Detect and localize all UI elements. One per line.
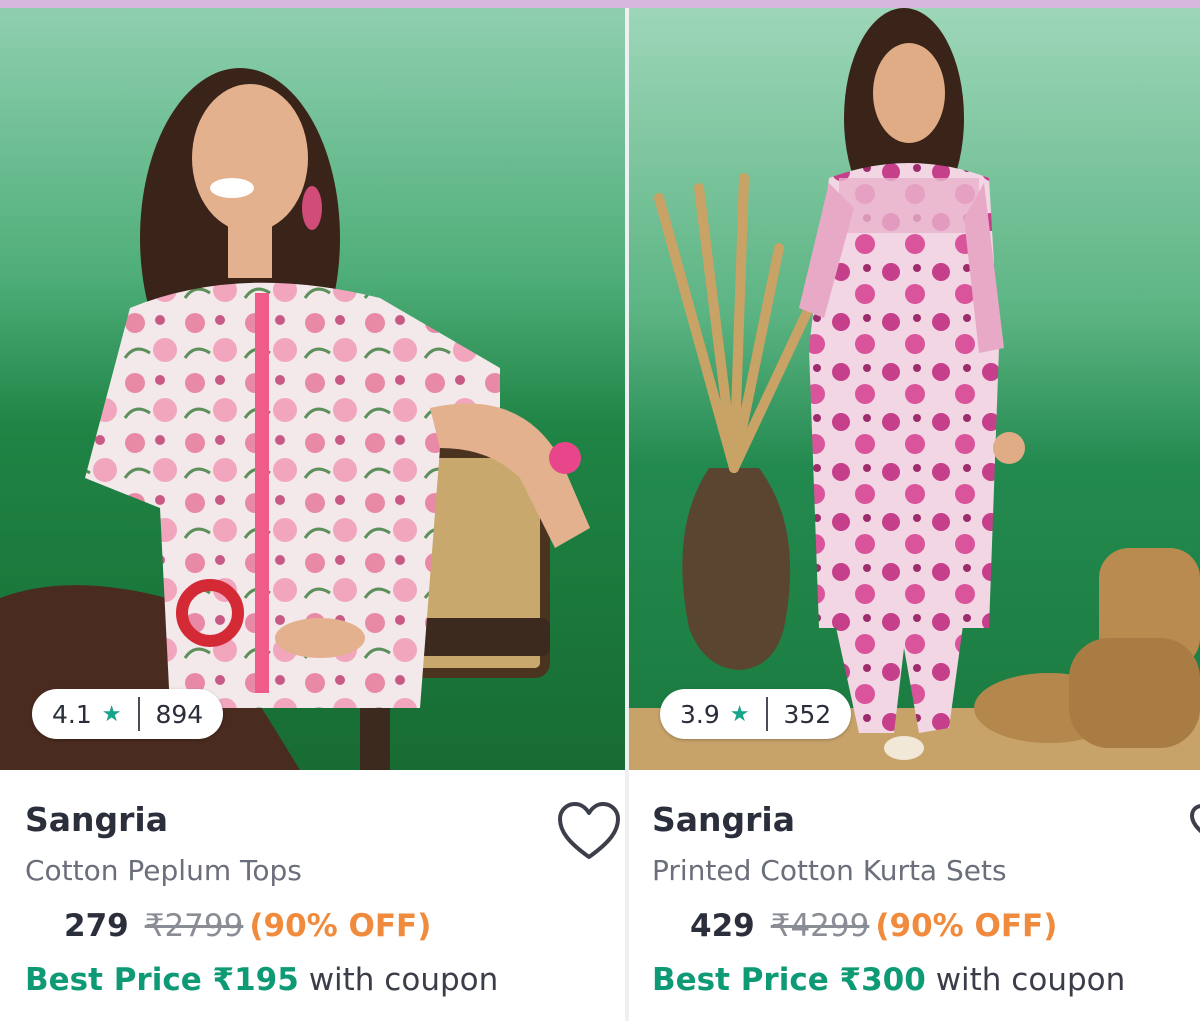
coupon-text: with coupon (935, 962, 1126, 998)
product-image[interactable] (0, 8, 625, 770)
discount-label: (90% OFF) (875, 908, 1058, 944)
heart-icon[interactable] (1186, 803, 1200, 849)
product-name: Printed Cotton Kurta Sets (652, 854, 1007, 887)
rating-count: 894 (155, 699, 204, 729)
brand-name: Sangria (652, 800, 796, 839)
selling-price: 429 (690, 908, 755, 944)
product-image[interactable] (629, 8, 1200, 770)
price-row: 429 ₹4299 (90% OFF) (690, 908, 1057, 944)
selling-price: 279 (64, 908, 129, 944)
rating-badge: 3.9 ★ 352 (660, 689, 852, 739)
best-price-row: Best Price ₹300 with coupon (652, 962, 1125, 998)
rating-count: 352 (783, 699, 832, 729)
rating-badge: 4.1 ★ 894 (32, 689, 224, 739)
star-icon: ★ (101, 701, 122, 727)
coupon-text: with coupon (308, 962, 499, 998)
heart-icon[interactable] (556, 800, 622, 862)
rating-value: 3.9 (680, 699, 720, 729)
original-price: ₹4299 (770, 908, 870, 944)
top-strip (0, 0, 1200, 8)
star-icon: ★ (729, 701, 750, 727)
original-price: ₹2799 (144, 908, 244, 944)
product-card[interactable]: 3.9 ★ 352 Sangria Printed Cotton Kurta S… (629, 8, 1200, 1021)
product-card[interactable]: 4.1 ★ 894 Sangria Cotton Peplum Tops 279… (0, 8, 625, 1021)
best-price: Best Price ₹300 (652, 962, 926, 998)
price-row: 279 ₹2799 (90% OFF) (64, 908, 431, 944)
brand-name: Sangria (25, 800, 169, 839)
rating-divider (137, 697, 140, 731)
discount-label: (90% OFF) (249, 908, 432, 944)
rating-value: 4.1 (52, 699, 92, 729)
rating-divider (765, 697, 768, 731)
best-price: Best Price ₹195 (25, 962, 299, 998)
product-name: Cotton Peplum Tops (25, 854, 302, 887)
best-price-row: Best Price ₹195 with coupon (25, 962, 498, 998)
